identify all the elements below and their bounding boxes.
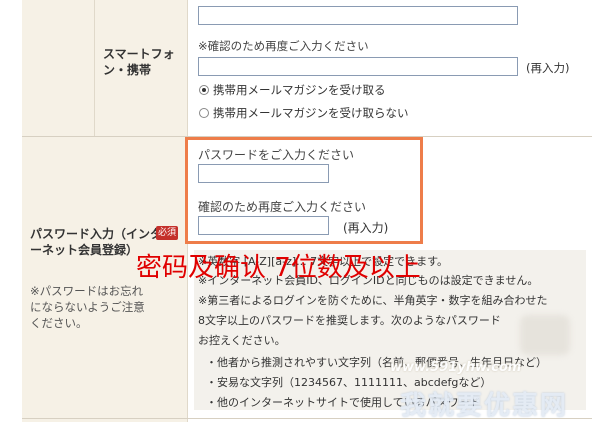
- radio-unselected-icon: [199, 108, 209, 118]
- blurred-region: [520, 315, 570, 355]
- watermark-url: www.591yhw.com: [390, 360, 522, 375]
- smartphone-confirm-note: ※確認のため再度ご入力ください: [198, 39, 369, 53]
- radio-not-receive-magazine[interactable]: 携帯用メールマガジンを受け取らない: [199, 105, 409, 121]
- smartphone-reinput-label: (再入力): [526, 61, 570, 75]
- required-badge: 必須: [156, 226, 178, 240]
- section-column-left: [22, 0, 95, 136]
- smartphone-label: スマートフォン・携帯: [103, 47, 175, 77]
- radio-selected-icon: [199, 85, 209, 95]
- annotation-caption: 密码及确认 7位数及以上: [136, 253, 421, 283]
- radio-receive-label: 携帯用メールマガジンを受け取る: [213, 83, 386, 97]
- rule-line: 8文字以上のパスワードを推奨します。次のようなパスワード: [198, 314, 501, 327]
- smartphone-email-confirm-input[interactable]: [198, 57, 518, 76]
- radio-not-receive-label: 携帯用メールマガジンを受け取らない: [213, 106, 409, 120]
- highlight-box: [185, 137, 423, 244]
- radio-receive-magazine[interactable]: 携帯用メールマガジンを受け取る: [199, 82, 386, 98]
- watermark-text: 我就要优惠网: [400, 391, 569, 421]
- rule-line: お控えください。: [198, 334, 286, 347]
- password-side-note: ※パスワードはお忘れにならないようご注意ください。: [30, 284, 145, 330]
- smartphone-email-input[interactable]: [198, 6, 518, 25]
- rule-line: ※第三者によるログインを防ぐために、半角英字・数字を組み合わせた: [198, 294, 548, 307]
